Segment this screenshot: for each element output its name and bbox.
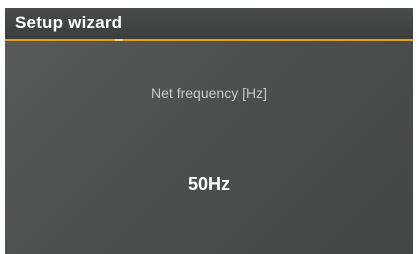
- setup-wizard-screen: Setup wizard Net frequency [Hz] 50Hz: [5, 8, 413, 254]
- net-frequency-value[interactable]: 50Hz: [5, 174, 413, 195]
- title-bar: Setup wizard: [5, 8, 413, 39]
- net-frequency-label: Net frequency [Hz]: [151, 85, 267, 101]
- progress-marker: [115, 39, 123, 41]
- title-underline: [5, 39, 413, 41]
- page-title: Setup wizard: [15, 13, 123, 32]
